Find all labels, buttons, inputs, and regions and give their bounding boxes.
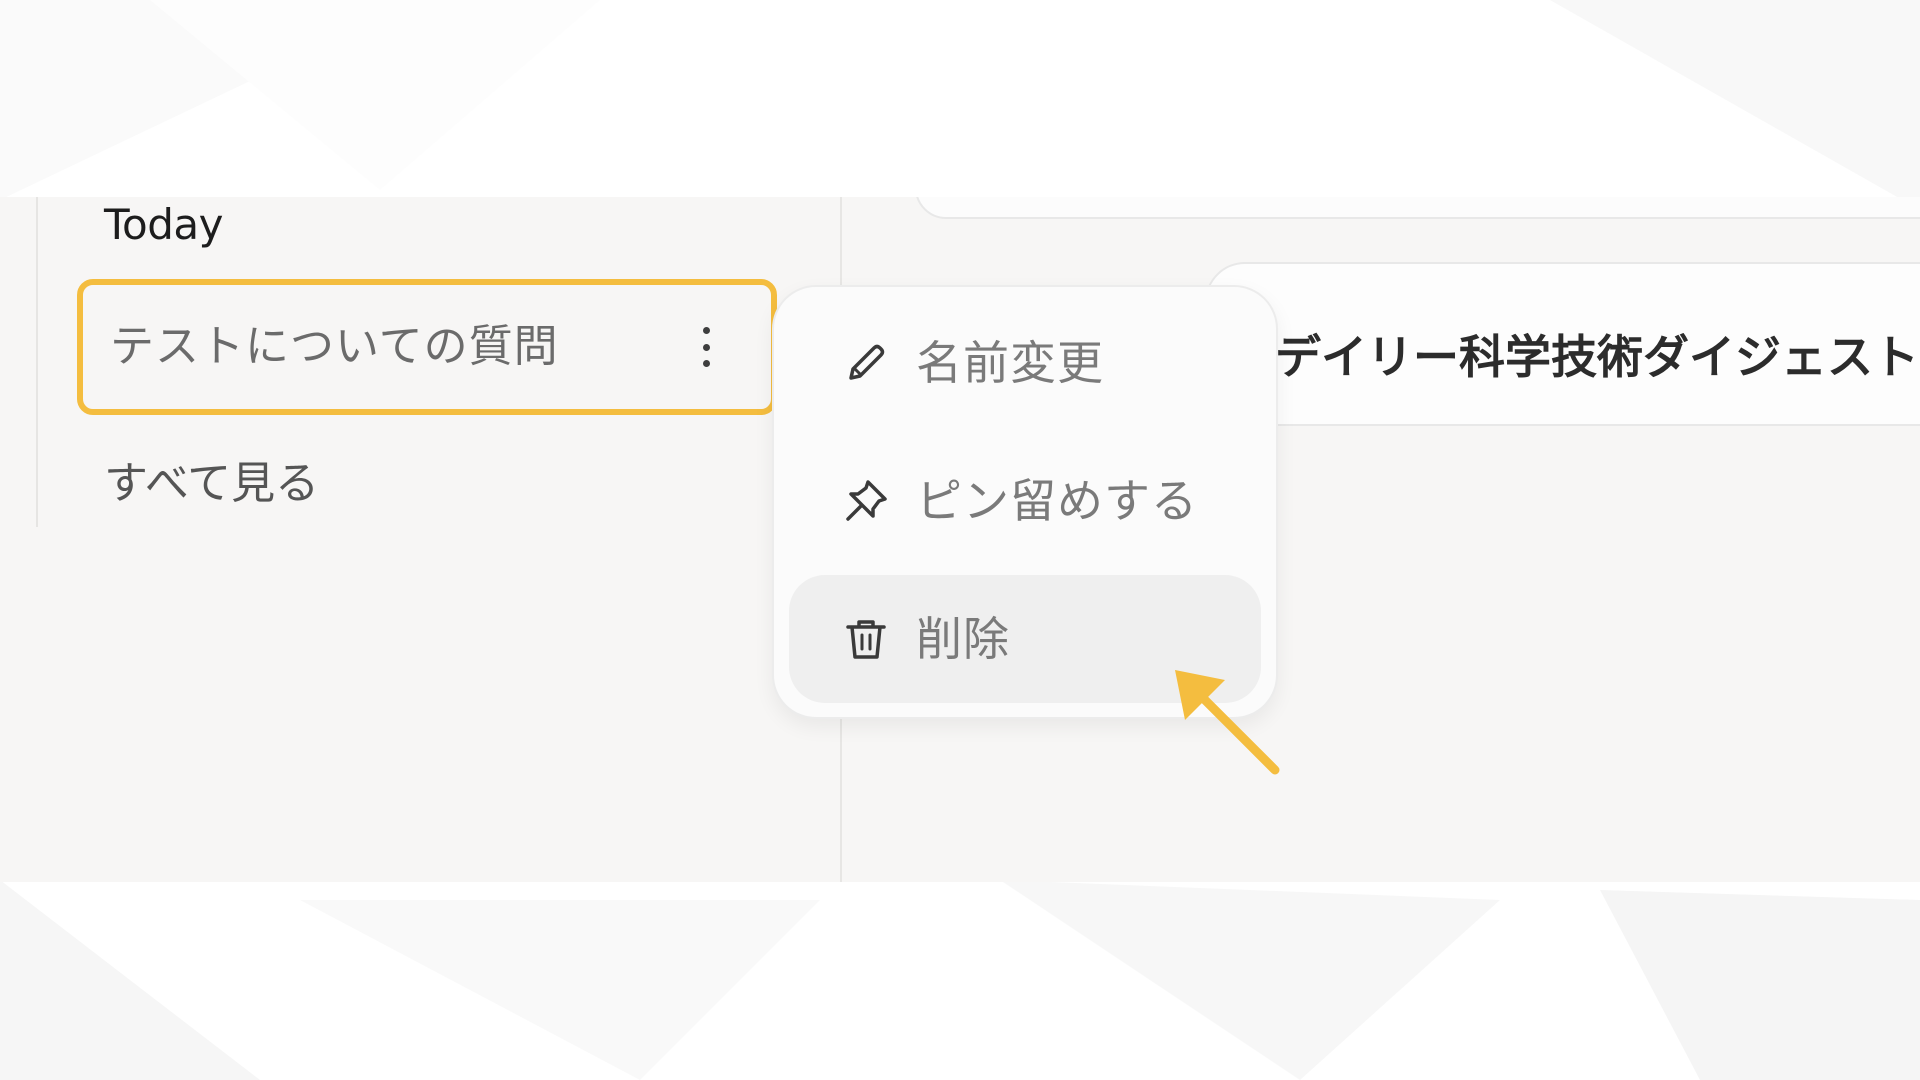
pin-label: ピン留めする bbox=[916, 474, 1198, 528]
pointer-arrow-icon bbox=[1175, 670, 1280, 775]
rename-menu-item[interactable]: 名前変更 bbox=[789, 299, 1261, 427]
see-all-link[interactable]: すべて見る bbox=[104, 449, 319, 519]
kebab-vertical-icon[interactable] bbox=[691, 327, 721, 367]
pencil-icon bbox=[849, 344, 885, 380]
conversation-item[interactable]: テストについての質問 bbox=[77, 279, 777, 415]
delete-label: 削除 bbox=[916, 612, 1010, 666]
input-card[interactable] bbox=[915, 197, 1920, 219]
history-section-label: Today bbox=[104, 200, 223, 249]
rename-label: 名前変更 bbox=[916, 336, 1104, 390]
suggestion-text: デイリー科学技術ダイジェストを bbox=[1275, 330, 1920, 384]
pin-menu-item[interactable]: ピン留めする bbox=[789, 437, 1261, 565]
conversation-title: テストについての質問 bbox=[110, 321, 559, 372]
pin-icon bbox=[846, 480, 887, 521]
trash-icon bbox=[846, 620, 886, 659]
sidebar-guide-line bbox=[36, 197, 38, 527]
app-screenshot: Today テストについての質問 すべて見る デイリー科学技術ダイジェストを 名… bbox=[0, 197, 1920, 882]
conversation-context-menu: 名前変更 ピン留めする 削除 bbox=[772, 285, 1278, 719]
